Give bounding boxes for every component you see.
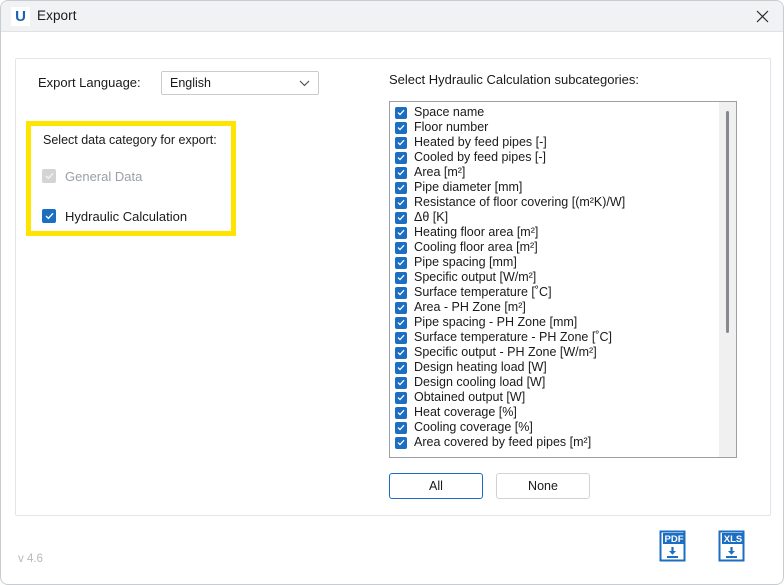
checkbox-checked-icon	[395, 151, 407, 164]
list-item[interactable]: Heated by feed pipes [-]	[390, 135, 715, 150]
list-item[interactable]: Pipe spacing [mm]	[390, 255, 715, 270]
list-item[interactable]: Δθ [K]	[390, 210, 715, 225]
checkbox-checked-icon	[395, 241, 407, 254]
checkbox-checked-icon	[395, 361, 407, 374]
list-item-label: Resistance of floor covering [(m²K)/W]	[414, 195, 626, 209]
list-item[interactable]: Area covered by feed pipes [m²]	[390, 435, 715, 450]
list-item-label: Heating floor area [m²]	[414, 225, 539, 239]
checkbox-checked-icon	[395, 376, 407, 389]
list-item[interactable]: Heating floor area [m²]	[390, 225, 715, 240]
svg-text:PDF: PDF	[665, 534, 684, 545]
list-item-label: Heat coverage [%]	[414, 405, 517, 419]
list-item[interactable]: Floor number	[390, 120, 715, 135]
export-dialog: U Export Export Language: English Select…	[0, 0, 784, 585]
checkbox-checked-icon	[395, 196, 407, 209]
checkbox-checked-icon	[395, 226, 407, 239]
checkbox-checked-icon	[395, 406, 407, 419]
close-button[interactable]	[739, 1, 783, 32]
checkbox-checked-icon	[42, 209, 56, 223]
list-item[interactable]: Design heating load [W]	[390, 360, 715, 375]
checkbox-checked-icon	[395, 436, 407, 449]
category-option-general-data[interactable]: General Data	[42, 168, 142, 184]
list-item-label: Specific output [W/m²]	[414, 270, 537, 284]
list-item[interactable]: Pipe spacing - PH Zone [mm]	[390, 315, 715, 330]
category-option-label: General Data	[65, 168, 143, 184]
list-item-label: Δθ [K]	[414, 210, 449, 224]
checkbox-checked-icon	[395, 211, 407, 224]
export-language-label: Export Language:	[38, 75, 141, 90]
checkbox-checked-icon	[395, 271, 407, 284]
title-bar: U Export	[1, 1, 783, 32]
list-item-label: Surface temperature [˚C]	[414, 285, 552, 299]
data-category-title: Select data category for export:	[43, 133, 217, 147]
category-option-hydraulic-calculation[interactable]: Hydraulic Calculation	[42, 208, 187, 224]
subcategories-list: Space name Floor number Heated by feed pip…	[390, 105, 715, 450]
list-item[interactable]: Specific output - PH Zone [W/m²]	[390, 345, 715, 360]
xls-export-icon[interactable]: XLS	[718, 530, 746, 562]
list-item[interactable]: Cooled by feed pipes [-]	[390, 150, 715, 165]
list-item-label: Design heating load [W]	[414, 360, 547, 374]
checkbox-checked-icon	[395, 121, 407, 134]
select-all-button[interactable]: All	[389, 473, 483, 499]
list-item[interactable]: Specific output [W/m²]	[390, 270, 715, 285]
list-item[interactable]: Design cooling load [W]	[390, 375, 715, 390]
list-item-label: Design cooling load [W]	[414, 375, 546, 389]
list-item[interactable]: Cooling coverage [%]	[390, 420, 715, 435]
checkbox-checked-icon	[395, 136, 407, 149]
list-item-label: Cooling coverage [%]	[414, 420, 533, 434]
list-item-label: Pipe diameter [mm]	[414, 180, 523, 194]
close-icon	[756, 10, 768, 23]
checkbox-checked-icon	[395, 181, 407, 194]
list-item[interactable]: Obtained output [W]	[390, 390, 715, 405]
list-item-label: Surface temperature - PH Zone [˚C]	[414, 330, 612, 344]
checkbox-checked-icon	[395, 391, 407, 404]
checkbox-checked-icon	[395, 421, 407, 434]
pdf-export-icon[interactable]: PDF	[659, 530, 687, 562]
list-item[interactable]: Heat coverage [%]	[390, 405, 715, 420]
checkbox-checked-icon	[395, 106, 407, 119]
category-option-label: Hydraulic Calculation	[65, 208, 188, 224]
chevron-down-icon	[299, 80, 310, 87]
checkbox-checked-disabled-icon	[42, 169, 56, 183]
list-item[interactable]: Cooling floor area [m²]	[390, 240, 715, 255]
list-item[interactable]: Surface temperature [˚C]	[390, 285, 715, 300]
list-item-label: Heated by feed pipes [-]	[414, 135, 547, 149]
checkbox-checked-icon	[395, 166, 407, 179]
subcategories-listbox[interactable]: Space name Floor number Heated by feed pip…	[389, 101, 737, 458]
list-item[interactable]: Area [m²]	[390, 165, 715, 180]
select-none-button[interactable]: None	[496, 473, 590, 499]
list-item-label: Cooling floor area [m²]	[414, 240, 538, 254]
list-item-label: Area - PH Zone [m²]	[414, 300, 526, 314]
list-scrollbar-thumb[interactable]	[726, 111, 729, 333]
list-item-label: Specific output - PH Zone [W/m²]	[414, 345, 597, 359]
list-item-label: Space name	[414, 105, 485, 119]
list-item[interactable]: Resistance of floor covering [(m²K)/W]	[390, 195, 715, 210]
list-item[interactable]: Pipe diameter [mm]	[390, 180, 715, 195]
list-item[interactable]: Surface temperature - PH Zone [˚C]	[390, 330, 715, 345]
version-label: v 4.6	[18, 553, 43, 565]
checkbox-checked-icon	[395, 346, 407, 359]
list-item[interactable]: Space name	[390, 105, 715, 120]
list-item-label: Pipe spacing - PH Zone [mm]	[414, 315, 578, 329]
list-item-label: Area covered by feed pipes [m²]	[414, 435, 592, 449]
app-logo-icon: U	[11, 7, 30, 26]
list-item-label: Area [m²]	[414, 165, 466, 179]
data-category-group: Select data category for export: General…	[26, 121, 236, 236]
checkbox-checked-icon	[395, 316, 407, 329]
list-item-label: Floor number	[414, 120, 489, 134]
checkbox-checked-icon	[395, 301, 407, 314]
export-language-select[interactable]: English	[161, 71, 319, 95]
checkbox-checked-icon	[395, 331, 407, 344]
list-scrollbar[interactable]	[719, 102, 736, 457]
list-item-label: Cooled by feed pipes [-]	[414, 150, 547, 164]
subcategories-title: Select Hydraulic Calculation subcategori…	[389, 72, 640, 87]
list-item-label: Obtained output [W]	[414, 390, 526, 404]
svg-text:XLS: XLS	[724, 534, 742, 545]
export-language-value: English	[170, 76, 211, 90]
checkbox-checked-icon	[395, 256, 407, 269]
list-item[interactable]: Area - PH Zone [m²]	[390, 300, 715, 315]
window-title: Export	[37, 8, 77, 23]
checkbox-checked-icon	[395, 286, 407, 299]
list-item-label: Pipe spacing [mm]	[414, 255, 517, 269]
